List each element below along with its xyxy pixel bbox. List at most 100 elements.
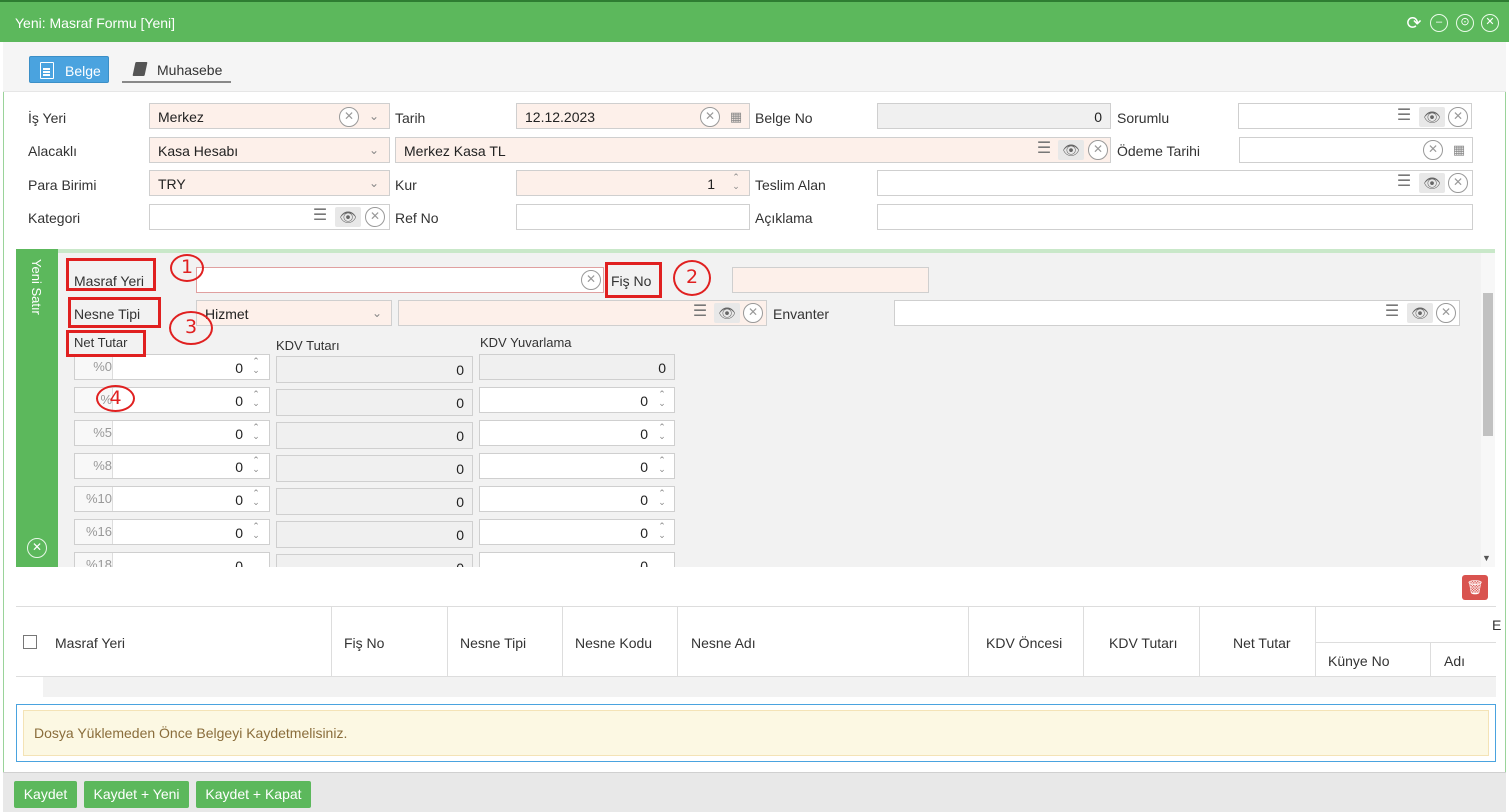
kur-field[interactable]: 1 — [516, 170, 750, 196]
net-tutar-input[interactable]: %8 0 — [74, 453, 270, 479]
kdv-yuvarlama-input[interactable]: 0 — [479, 519, 675, 545]
select-all-checkbox[interactable] — [23, 635, 37, 649]
teslim-alan-field[interactable] — [877, 170, 1473, 196]
save-new-button[interactable]: Kaydet + Yeni — [84, 781, 189, 808]
list-icon[interactable]: ☰ — [1381, 303, 1403, 323]
kdv-yuvarlama-input[interactable]: 0 — [479, 453, 675, 479]
new-row-strip: Yeni Satır ✕ — [16, 249, 58, 567]
spinner-icon[interactable]: ⌃ ⌄ — [249, 489, 263, 507]
net-tutar-input[interactable]: %10 0 — [74, 486, 270, 512]
net-tutar-input[interactable]: %5 0 — [74, 420, 270, 446]
calendar-icon[interactable]: ▦ — [1448, 140, 1470, 160]
para-birimi-value: TRY — [158, 176, 186, 192]
kdv-yuvarlama-input[interactable]: 0 — [479, 486, 675, 512]
chevron-down-icon[interactable]: ⌄ — [366, 142, 382, 158]
grid-col-nesne-adi[interactable]: Nesne Adı — [678, 607, 969, 678]
chevron-down-icon[interactable]: ⌄ — [369, 305, 385, 321]
spinner-icon[interactable]: ⌃ ⌄ — [249, 390, 263, 408]
delete-row-button[interactable]: 🗑 — [1462, 575, 1488, 600]
save-close-button[interactable]: Kaydet + Kapat — [196, 781, 311, 808]
spinner-icon[interactable]: ⌃ ⌄ — [249, 456, 263, 474]
grid-col-nesne-kodu[interactable]: Nesne Kodu — [563, 607, 678, 678]
kdv-yuvarlama-field: 0 — [479, 354, 675, 380]
eye-icon[interactable]: 👁 — [335, 207, 361, 227]
chevron-down-icon[interactable]: ⌄ — [366, 108, 382, 124]
annotation-marker: 3 — [169, 311, 213, 345]
close-new-row-icon[interactable]: ✕ — [27, 538, 47, 558]
kdv-yuvarlama-input[interactable]: 0 — [479, 387, 675, 413]
maximize-icon[interactable]: ⊙ — [1456, 14, 1474, 32]
kdv-tutari-field: 0 — [276, 422, 473, 449]
spinner-icon[interactable]: ⌃ ⌄ — [655, 489, 669, 507]
net-tutar-input[interactable]: %16 0 — [74, 519, 270, 545]
clear-icon[interactable]: ✕ — [1436, 303, 1456, 323]
minimize-icon[interactable]: – — [1430, 14, 1448, 32]
eye-icon[interactable]: 👁 — [714, 303, 740, 323]
masraf-yeri-field[interactable] — [196, 267, 604, 293]
grid-col-nesne-tipi[interactable]: Nesne Tipi — [448, 607, 563, 678]
clear-icon[interactable]: ✕ — [365, 207, 385, 227]
eye-icon[interactable]: 👁 — [1419, 107, 1445, 127]
panel-scrollbar-thumb[interactable] — [1483, 293, 1493, 436]
grid-col-kdv-tutari[interactable]: KDV Tutarı — [1084, 607, 1200, 678]
tab-muhasebe[interactable]: Muhasebe — [122, 56, 231, 83]
alacakli-select[interactable]: Kasa Hesabı — [149, 137, 390, 163]
clear-icon[interactable]: ✕ — [1088, 140, 1108, 160]
grid-col-masraf-yeri[interactable]: Masraf Yeri — [16, 607, 332, 678]
clear-icon[interactable]: ✕ — [1448, 107, 1468, 127]
kdv-yuvarlama-input[interactable]: 0 — [479, 552, 675, 567]
para-birimi-select[interactable]: TRY — [149, 170, 390, 196]
eye-icon[interactable]: 👁 — [1407, 303, 1433, 323]
grid-col-kunye-no[interactable]: Künye No — [1316, 643, 1431, 679]
nesne-tipi-select[interactable]: Hizmet — [196, 300, 392, 326]
spinner-icon[interactable]: ⌃ ⌄ — [249, 357, 263, 375]
fis-no-field[interactable] — [732, 267, 929, 293]
grid-col-kdv-oncesi[interactable]: KDV Öncesi — [969, 607, 1084, 678]
save-button[interactable]: Kaydet — [14, 781, 77, 808]
kdv-yuvarlama-input[interactable]: 0 — [479, 420, 675, 446]
odeme-tarihi-label: Ödeme Tarihi — [1117, 143, 1201, 159]
spinner-icon[interactable]: ⌃ ⌄ — [249, 423, 263, 441]
spinner-icon[interactable]: ⌃ ⌄ — [655, 456, 669, 474]
scroll-down-icon[interactable]: ▼ — [1482, 553, 1491, 563]
list-icon[interactable]: ☰ — [1033, 140, 1055, 160]
belge-no-field: 0 — [877, 103, 1111, 129]
grid-col-adi[interactable]: Adı — [1431, 643, 1496, 679]
clear-icon[interactable]: ✕ — [581, 270, 601, 290]
envanter-field[interactable] — [894, 300, 1460, 326]
net-tutar-input[interactable]: %0 0 — [74, 354, 270, 380]
net-tutar-value: 0 — [235, 426, 243, 442]
list-icon[interactable]: ☰ — [1393, 107, 1415, 127]
eye-icon[interactable]: 👁 — [1058, 140, 1084, 160]
grid-col-label: Adı — [1444, 653, 1466, 669]
list-icon[interactable]: ☰ — [689, 303, 711, 323]
spinner-icon[interactable]: ⌃ ⌄ — [655, 423, 669, 441]
clear-icon[interactable]: ✕ — [1423, 140, 1443, 160]
alacakli-account-field[interactable]: Merkez Kasa TL — [395, 137, 1111, 163]
ref-no-field[interactable] — [516, 204, 750, 230]
aciklama-field[interactable] — [877, 204, 1473, 230]
kdv-tutari-value: 0 — [456, 560, 464, 567]
list-icon[interactable]: ☰ — [1393, 173, 1415, 193]
eye-icon[interactable]: 👁 — [1419, 173, 1445, 193]
grid-group-label: E — [1492, 617, 1502, 633]
refresh-icon[interactable]: ⟳ — [1405, 14, 1423, 32]
tab-belge[interactable]: Belge — [29, 56, 109, 83]
grid-col-net-tutar[interactable]: Net Tutar — [1200, 607, 1316, 678]
clear-icon[interactable]: ✕ — [700, 107, 720, 127]
spinner-icon[interactable]: ⌃ ⌄ — [655, 522, 669, 540]
nesne-field[interactable] — [398, 300, 767, 326]
spinner-icon[interactable]: ⌃ ⌄ — [729, 173, 743, 191]
clear-icon[interactable]: ✕ — [339, 107, 359, 127]
net-tutar-input[interactable]: %18 0 — [74, 552, 270, 567]
chevron-down-icon[interactable]: ⌄ — [366, 175, 382, 191]
spinner-icon[interactable]: ⌃ ⌄ — [655, 390, 669, 408]
clear-icon[interactable]: ✕ — [1448, 173, 1468, 193]
kur-label: Kur — [395, 177, 417, 193]
close-icon[interactable]: ✕ — [1481, 14, 1499, 32]
clear-icon[interactable]: ✕ — [743, 303, 763, 323]
grid-col-fis-no[interactable]: Fiş No — [332, 607, 448, 678]
list-icon[interactable]: ☰ — [309, 207, 331, 227]
calendar-icon[interactable]: ▦ — [725, 107, 747, 127]
spinner-icon[interactable]: ⌃ ⌄ — [249, 522, 263, 540]
